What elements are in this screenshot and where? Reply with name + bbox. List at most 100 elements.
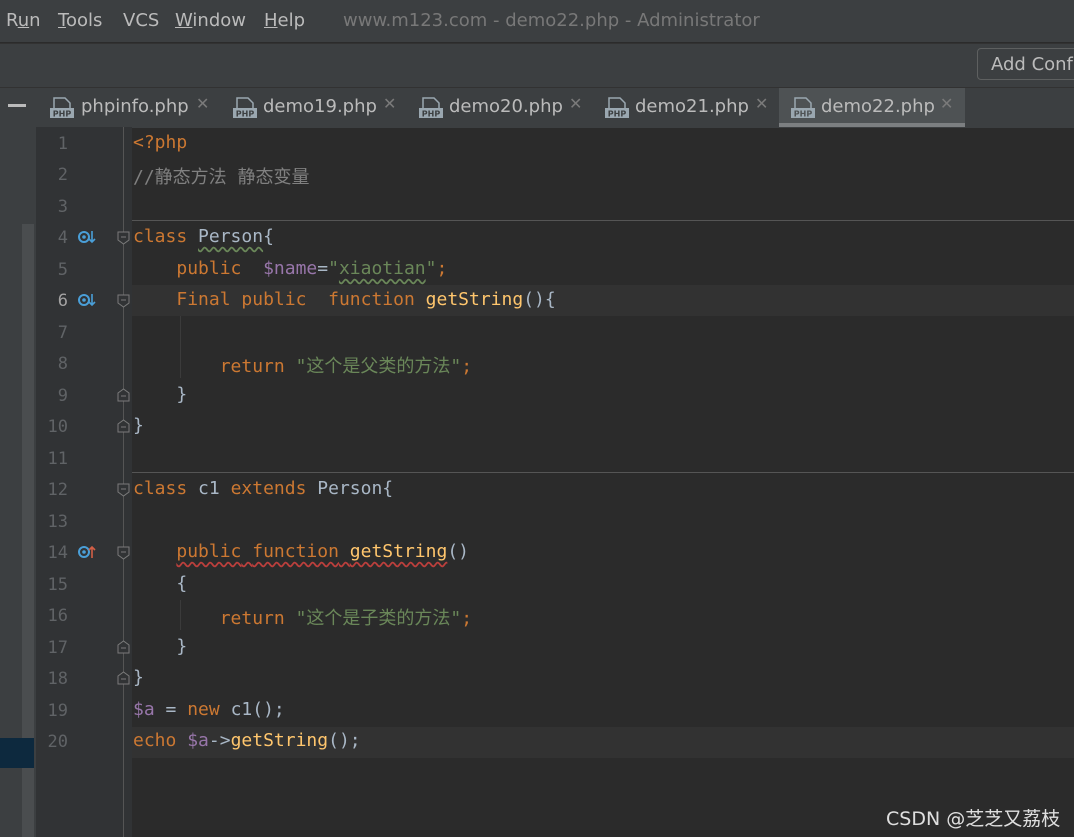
tab-label: demo21.php <box>635 96 749 117</box>
keyword: class <box>133 226 188 247</box>
svg-text:PHP: PHP <box>53 110 72 119</box>
method-separator <box>132 472 1074 473</box>
fold-icon[interactable] <box>117 231 130 245</box>
code-line-2[interactable]: //静态方法 静态变量 <box>133 163 310 189</box>
comment: //静态方法 静态变量 <box>133 167 310 188</box>
toolbar <box>0 43 1074 88</box>
overriding-method-icon[interactable] <box>78 544 96 560</box>
function-name: getString <box>349 541 448 562</box>
code-line-19[interactable]: $a = new c1(); <box>133 699 285 720</box>
fold-end-icon[interactable] <box>117 671 130 685</box>
selected-project-item[interactable] <box>0 738 34 768</box>
code-line-15[interactable]: { <box>133 573 187 594</box>
tab-label: demo20.php <box>449 96 563 117</box>
tab-demo21[interactable]: PHP demo21.php ✕ <box>593 88 773 127</box>
menu-vcs[interactable]: VCS <box>123 10 159 31</box>
menu-run[interactable]: Run <box>6 10 41 31</box>
brace: { <box>176 573 188 594</box>
code-line-4[interactable]: class Person{ <box>133 226 274 247</box>
fold-icon[interactable] <box>117 294 130 308</box>
line-number: 2 <box>57 165 68 185</box>
line-number: 17 <box>47 638 68 658</box>
svg-text:PHP: PHP <box>422 110 441 119</box>
string-literal: "这个是父类的方法" <box>295 356 462 377</box>
string-literal: "这个是子类的方法" <box>295 608 462 629</box>
keyword: return <box>219 608 285 629</box>
line-number: 11 <box>47 449 68 469</box>
code-line-17[interactable]: } <box>133 636 187 657</box>
svg-text:PHP: PHP <box>608 110 627 119</box>
php-file-icon: PHP <box>233 97 257 119</box>
code-line-9[interactable]: } <box>133 384 187 405</box>
menu-help[interactable]: Help <box>264 10 305 31</box>
code-line-1[interactable]: <?php <box>133 132 187 153</box>
line-number: 13 <box>47 512 68 532</box>
keyword: class <box>133 478 188 499</box>
tab-demo22[interactable]: PHP demo22.php ✕ <box>779 88 965 127</box>
window-title: www.m123.com - demo22.php - Administrato… <box>343 10 760 31</box>
close-icon[interactable]: ✕ <box>755 94 768 113</box>
tab-demo19[interactable]: PHP demo19.php ✕ <box>221 88 401 127</box>
keyword: function <box>328 289 415 310</box>
close-icon[interactable]: ✕ <box>383 94 396 113</box>
tab-phpinfo[interactable]: PHP phpinfo.php ✕ <box>38 88 216 127</box>
menu-tools[interactable]: Tools <box>58 10 102 31</box>
tab-demo20[interactable]: PHP demo20.php ✕ <box>407 88 587 127</box>
tab-label: phpinfo.php <box>81 96 189 117</box>
code-line-10[interactable]: } <box>133 415 144 436</box>
php-file-icon: PHP <box>791 97 815 119</box>
menu-window[interactable]: Window <box>175 10 246 31</box>
punctuation: () <box>447 541 470 562</box>
brace: } <box>176 384 188 405</box>
fold-icon[interactable] <box>117 546 130 560</box>
keyword: extends <box>230 478 307 499</box>
semicolon: ; <box>461 608 473 629</box>
line-number: 5 <box>57 260 68 280</box>
code-line-16[interactable]: return "这个是子类的方法"; <box>133 604 472 630</box>
brace: { <box>382 478 394 499</box>
fold-end-icon[interactable] <box>117 388 130 402</box>
line-number: 4 <box>57 228 68 248</box>
line-number: 19 <box>47 701 68 721</box>
brace: } <box>133 415 144 436</box>
brace: } <box>133 667 144 688</box>
code-line-14[interactable]: public function getString() <box>133 541 469 562</box>
variable: $a <box>133 699 155 720</box>
string-quote: " <box>425 258 437 279</box>
line-number: 9 <box>57 386 68 406</box>
php-file-icon: PHP <box>605 97 629 119</box>
php-file-icon: PHP <box>419 97 443 119</box>
punctuation: (); <box>328 730 361 751</box>
code-line-6[interactable]: Final public function getString(){ <box>133 289 556 310</box>
code-line-12[interactable]: class c1 extends Person{ <box>133 478 393 499</box>
code-line-18[interactable]: } <box>133 667 144 688</box>
close-icon[interactable]: ✕ <box>940 94 953 113</box>
tool-window-strip <box>0 127 36 837</box>
line-number: 20 <box>47 732 68 752</box>
semicolon: ; <box>461 356 473 377</box>
line-number: 3 <box>57 197 68 217</box>
active-tab-indicator <box>779 123 965 127</box>
punctuation: (){ <box>523 289 556 310</box>
close-icon[interactable]: ✕ <box>196 94 209 113</box>
class-name: c1 <box>198 478 220 499</box>
code-line-8[interactable]: return "这个是父类的方法"; <box>133 352 472 378</box>
fold-end-icon[interactable] <box>117 640 130 654</box>
operator: = <box>317 258 329 279</box>
add-configuration-button[interactable]: Add Conf <box>977 48 1074 80</box>
tab-label: demo22.php <box>821 96 935 117</box>
function-name: getString <box>425 289 524 310</box>
overridden-method-icon[interactable] <box>78 292 96 308</box>
line-number: 15 <box>47 575 68 595</box>
overridden-method-icon[interactable] <box>78 229 96 245</box>
code-line-20[interactable]: echo $a->getString(); <box>133 730 361 751</box>
string-quote: " <box>328 258 339 279</box>
class-name: Person <box>198 226 264 247</box>
collapse-panel-icon[interactable] <box>8 104 26 107</box>
fold-end-icon[interactable] <box>117 419 130 433</box>
line-number: 10 <box>47 417 68 437</box>
fold-icon[interactable] <box>117 483 130 497</box>
code-line-5[interactable]: public $name="xiaotian"; <box>133 258 447 279</box>
line-number: 12 <box>47 480 68 500</box>
close-icon[interactable]: ✕ <box>569 94 582 113</box>
